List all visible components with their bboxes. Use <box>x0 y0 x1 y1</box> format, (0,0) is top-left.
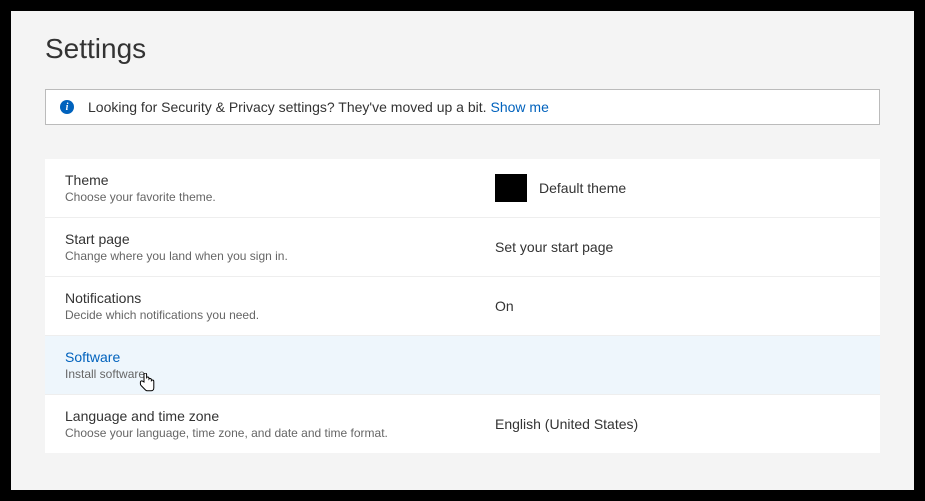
row-value-language: English (United States) <box>495 416 638 432</box>
info-icon: i <box>60 100 74 114</box>
settings-page: Settings i Looking for Security & Privac… <box>11 11 914 490</box>
row-left: Theme Choose your favorite theme. <box>65 172 495 204</box>
row-desc-software: Install software. <box>65 367 495 381</box>
row-title-theme: Theme <box>65 172 495 188</box>
settings-row-software[interactable]: Software Install software. <box>45 336 880 395</box>
settings-row-startpage[interactable]: Start page Change where you land when yo… <box>45 218 880 277</box>
row-value-startpage: Set your start page <box>495 239 613 255</box>
show-me-link[interactable]: Show me <box>491 99 549 115</box>
row-left: Software Install software. <box>65 349 495 381</box>
settings-row-notifications[interactable]: Notifications Decide which notifications… <box>45 277 880 336</box>
row-left: Notifications Decide which notifications… <box>65 290 495 322</box>
settings-row-language[interactable]: Language and time zone Choose your langu… <box>45 395 880 453</box>
settings-row-theme[interactable]: Theme Choose your favorite theme. Defaul… <box>45 159 880 218</box>
info-banner: i Looking for Security & Privacy setting… <box>45 89 880 125</box>
row-desc-language: Choose your language, time zone, and dat… <box>65 426 495 440</box>
theme-value-text: Default theme <box>539 180 626 196</box>
settings-list: Theme Choose your favorite theme. Defaul… <box>45 159 880 453</box>
row-left: Language and time zone Choose your langu… <box>65 408 495 440</box>
row-desc-startpage: Change where you land when you sign in. <box>65 249 495 263</box>
row-desc-theme: Choose your favorite theme. <box>65 190 495 204</box>
row-title-notifications: Notifications <box>65 290 495 306</box>
row-desc-notifications: Decide which notifications you need. <box>65 308 495 322</box>
row-left: Start page Change where you land when yo… <box>65 231 495 263</box>
row-value-theme: Default theme <box>495 174 626 202</box>
theme-swatch <box>495 174 527 202</box>
row-title-software: Software <box>65 349 495 365</box>
row-title-startpage: Start page <box>65 231 495 247</box>
row-title-language: Language and time zone <box>65 408 495 424</box>
row-value-notifications: On <box>495 298 514 314</box>
page-title: Settings <box>45 33 880 65</box>
info-banner-text: Looking for Security & Privacy settings?… <box>88 99 487 115</box>
